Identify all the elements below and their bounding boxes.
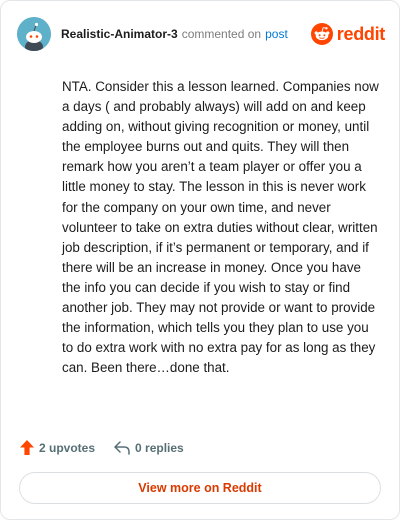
snoo-avatar-icon <box>17 17 51 51</box>
user-avatar[interactable] <box>17 17 51 51</box>
comment-body: NTA. Consider this a lesson learned. Com… <box>62 79 379 376</box>
post-link[interactable]: post <box>265 27 288 41</box>
comment-header: Realistic-Animator-3 commented on post r… <box>17 17 385 51</box>
reply-arrow-icon <box>113 440 131 456</box>
replies-count: 0 replies <box>135 440 184 455</box>
action-text: commented on <box>181 27 262 41</box>
reddit-wordmark: reddit <box>336 23 386 44</box>
embedded-comment-card: Realistic-Animator-3 commented on post r… <box>0 0 400 520</box>
username[interactable]: Realistic-Animator-3 <box>61 27 178 41</box>
reply-stat[interactable]: 0 replies <box>113 440 184 456</box>
upvotes-count: 2 upvotes <box>39 440 96 455</box>
comment-meta: Realistic-Animator-3 commented on post <box>61 27 288 41</box>
comment-footer: 2 upvotes 0 replies <box>19 439 184 456</box>
reddit-snoo-icon <box>310 23 333 45</box>
upvote-arrow-icon <box>19 439 35 456</box>
view-more-button[interactable]: View more on Reddit <box>19 472 381 504</box>
upvote-stat[interactable]: 2 upvotes <box>19 439 95 456</box>
reddit-brand[interactable]: reddit <box>310 23 386 45</box>
